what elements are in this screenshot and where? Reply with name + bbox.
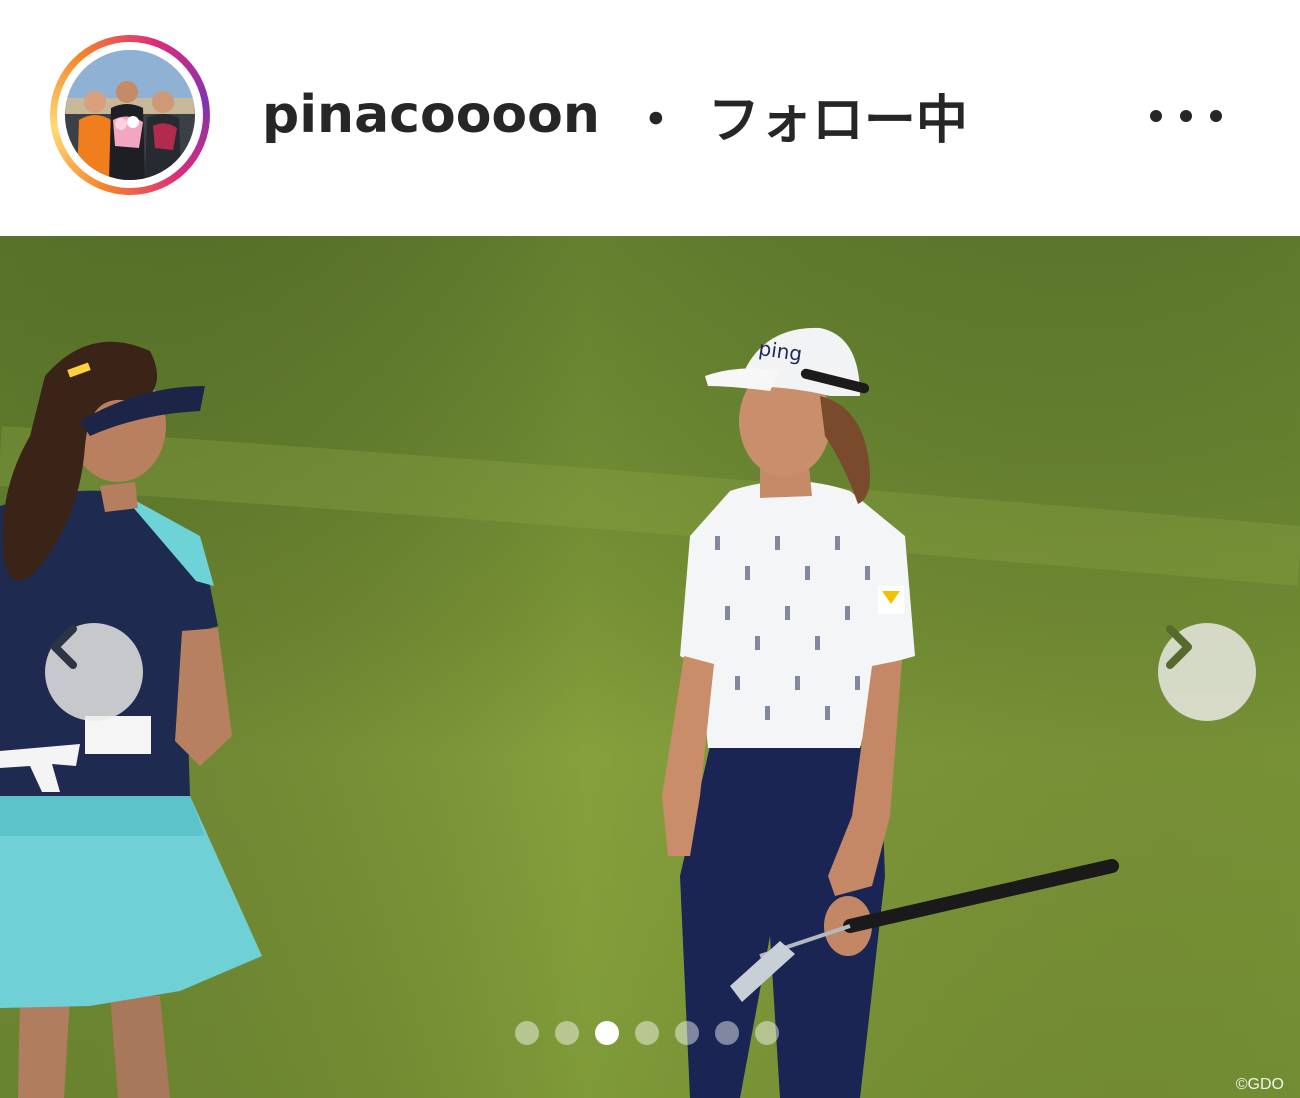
carousel-dot[interactable] (755, 1021, 779, 1045)
carousel-prev-button[interactable] (45, 623, 143, 721)
separator: ・ (629, 90, 682, 151)
more-dot (1180, 110, 1192, 122)
post-header: pinacoooon ・ フォロー中 (0, 0, 1300, 236)
username-link[interactable]: pinacoooon (262, 85, 600, 145)
username-row: pinacoooon ・ フォロー中 (262, 78, 968, 153)
more-dot (1150, 110, 1162, 122)
story-avatar-ring[interactable] (50, 35, 210, 195)
photo-credit: ©GDO (1235, 1076, 1284, 1093)
chevron-right-icon (1166, 625, 1192, 669)
avatar-image (65, 50, 195, 180)
more-dot (1210, 110, 1222, 122)
carousel-pagination (515, 1021, 779, 1045)
carousel-dot[interactable] (675, 1021, 699, 1045)
carousel-dot-active[interactable] (595, 1021, 619, 1045)
golf-photo-illustration: ping (0, 236, 1300, 1098)
carousel-dot[interactable] (555, 1021, 579, 1045)
carousel-dot[interactable] (515, 1021, 539, 1045)
chevron-left-icon (51, 625, 77, 669)
more-horizontal-icon[interactable] (1150, 98, 1222, 134)
carousel-next-button[interactable] (1158, 623, 1256, 721)
follow-status-button[interactable]: フォロー中 (708, 78, 968, 153)
avatar[interactable] (65, 50, 195, 180)
post-photo[interactable]: ping ©GDO (0, 236, 1300, 1098)
carousel-dot[interactable] (635, 1021, 659, 1045)
carousel-dot[interactable] (715, 1021, 739, 1045)
